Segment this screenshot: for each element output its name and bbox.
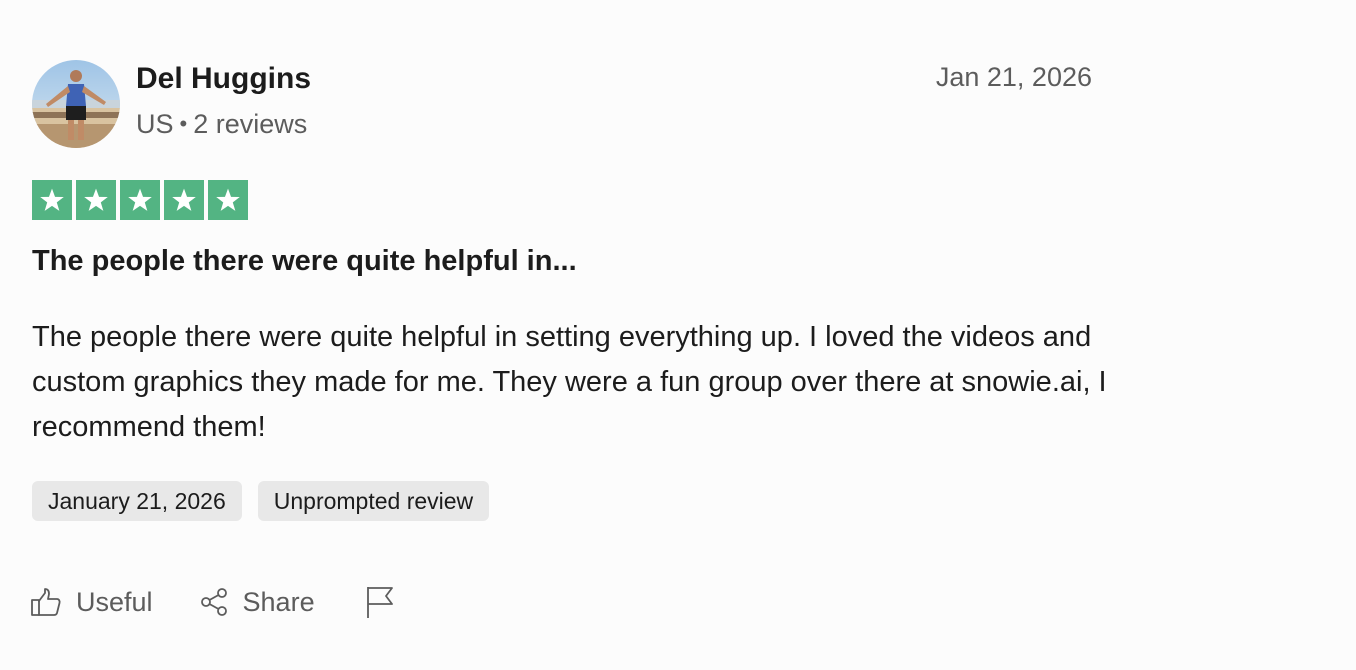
star-5	[208, 180, 248, 220]
report-button[interactable]	[365, 585, 395, 619]
star-3	[120, 180, 160, 220]
meta-separator: •	[179, 111, 188, 136]
useful-label: Useful	[76, 586, 153, 617]
review-header: Del Huggins US • 2 reviews Jan 21, 2026	[32, 60, 1092, 148]
useful-button[interactable]: Useful	[30, 587, 153, 618]
review-actions: Useful Share	[30, 580, 395, 624]
star-icon	[172, 188, 196, 211]
reviewer-meta: US • 2 reviews	[136, 109, 307, 140]
star-2	[76, 180, 116, 220]
review-date: Jan 21, 2026	[935, 62, 1092, 92]
avatar-image	[32, 60, 120, 148]
star-icon	[216, 188, 240, 211]
star-icon	[128, 188, 152, 211]
review-card: Del Huggins US • 2 reviews Jan 21, 2026 Th…	[0, 0, 1356, 670]
unprompted-review-tag[interactable]: Unprompted review	[257, 481, 490, 521]
reviewer-country: US	[136, 109, 174, 139]
star-icon	[40, 188, 64, 211]
reviewer-name[interactable]: Del Huggins	[136, 62, 311, 96]
share-button[interactable]: Share	[199, 587, 315, 618]
avatar[interactable]	[32, 60, 120, 148]
star-4	[164, 180, 204, 220]
star-rating	[32, 180, 248, 220]
share-label: Share	[242, 586, 315, 617]
date-of-experience-tag: January 21, 2026	[32, 481, 242, 521]
thumbs-up-icon	[30, 587, 62, 617]
flag-icon	[365, 585, 395, 619]
review-tags: January 21, 2026 Unprompted review	[32, 481, 490, 521]
share-icon	[199, 587, 229, 617]
review-body: The people there were quite helpful in s…	[32, 321, 1107, 443]
star-1	[32, 180, 72, 220]
reviewer-reviews-count: 2 reviews	[193, 109, 308, 139]
star-icon	[84, 188, 108, 211]
review-title[interactable]: The people there were quite helpful in..…	[32, 245, 577, 278]
